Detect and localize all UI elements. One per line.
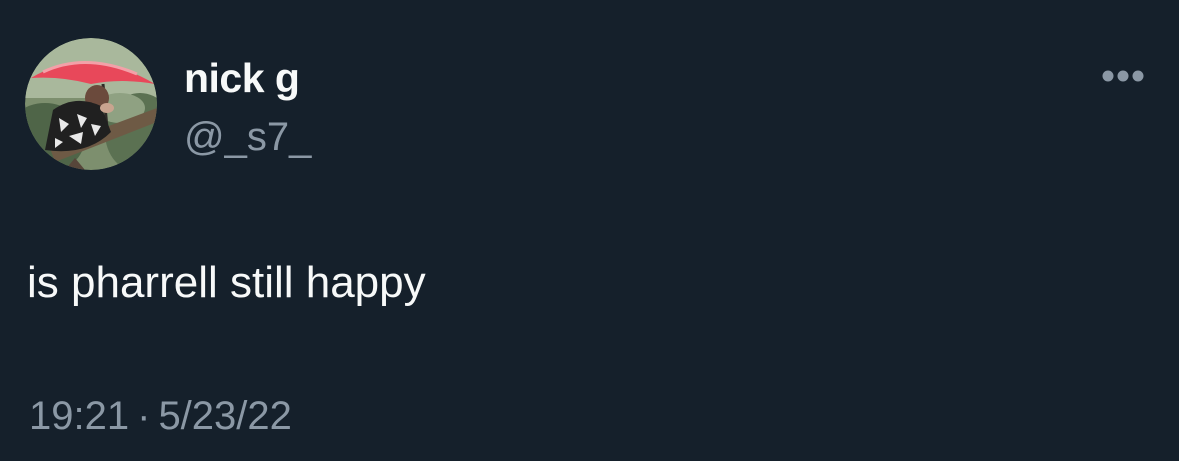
more-options-button[interactable] [1094, 54, 1152, 98]
avatar[interactable] [25, 38, 157, 170]
tweet-date[interactable]: 5/23/22 [158, 394, 291, 438]
tweet-time[interactable]: 19:21 [29, 394, 129, 438]
author-handle[interactable]: @_s7_ [184, 111, 311, 163]
tweet-timestamp: 19:21 · 5/23/22 [29, 390, 292, 442]
tweet-text: is pharrell still happy [27, 258, 426, 307]
author-display-name[interactable]: nick g [184, 52, 300, 104]
meta-separator: · [137, 394, 151, 438]
more-horizontal-icon [1102, 70, 1144, 82]
tweet-card: nick g @_s7_ is pharrell still happy 19:… [0, 0, 1179, 461]
avatar-image [25, 38, 157, 170]
